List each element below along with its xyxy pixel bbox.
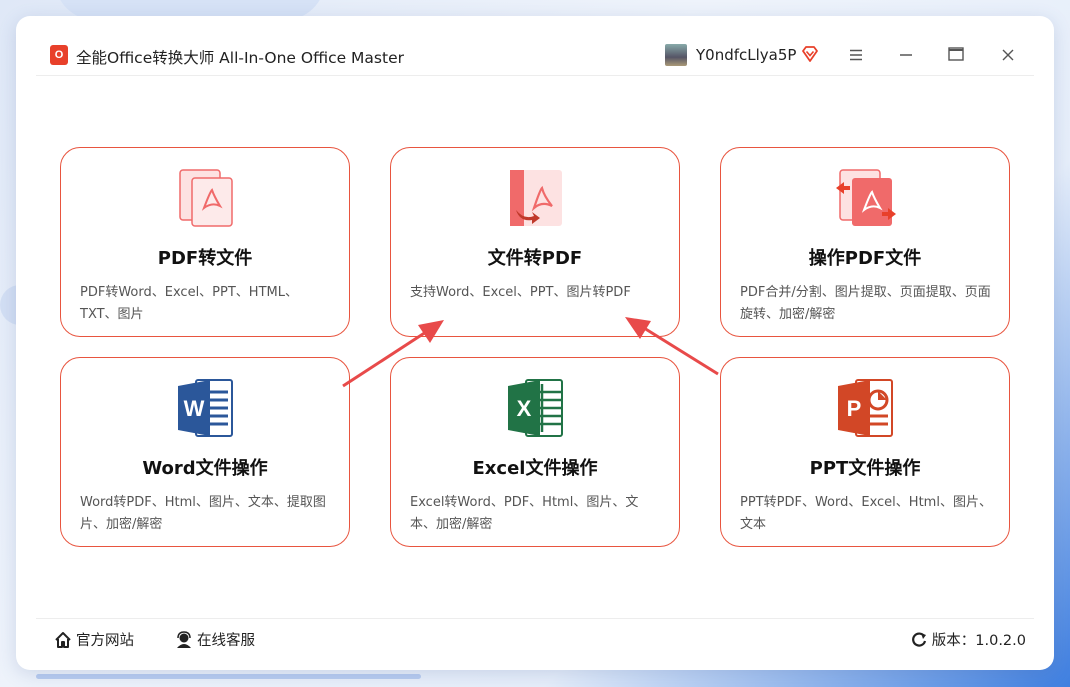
home-icon [55,631,71,648]
card-title: Word文件操作 [142,458,268,479]
svg-text:P: P [847,396,862,421]
title-bar: O 全能Office转换大师 All-In-One Office Master … [36,16,1034,76]
avatar[interactable] [665,44,687,66]
card-pdf-to-file[interactable]: PDF转文件 PDF转Word、Excel、PPT、HTML、TXT、图片 [60,147,350,337]
version-label: 版本：1.0.2.0 [931,633,1026,649]
version-info[interactable]: 版本：1.0.2.0 [910,629,1026,650]
card-file-to-pdf[interactable]: 文件转PDF 支持Word、Excel、PPT、图片转PDF [390,147,680,337]
card-title: PPT文件操作 [809,458,921,479]
powerpoint-icon: P [838,379,893,437]
background-decoration [36,674,421,679]
svg-text:W: W [184,396,205,421]
card-description: PDF合并/分割、图片提取、页面提取、页面旋转、加密/解密 [740,285,991,322]
menu-button[interactable] [846,46,866,66]
official-website-label: 官方网站 [76,633,134,649]
excel-icon: X [508,379,563,437]
pdf-to-file-icon [179,169,233,227]
card-description: Word转PDF、Html、图片、文本、提取图片、加密/解密 [80,495,326,532]
minimize-icon [900,54,912,56]
file-to-pdf-icon [510,170,562,226]
card-ppt-operations[interactable]: P PPT文件操作 PPT转PDF、Word、Excel、Html、图片、文本 [720,357,1010,547]
card-excel-operations[interactable]: X Excel文件操作 Excel转Word、PDF、Html、图片、文本、加密… [390,357,680,547]
card-description: PDF转Word、Excel、PPT、HTML、TXT、图片 [80,285,298,322]
card-description: 支持Word、Excel、PPT、图片转PDF [410,285,631,300]
card-title: 操作PDF文件 [808,248,922,269]
footer-bar: 官方网站 在线客服 版本：1.0.2.0 [36,618,1034,670]
close-icon [1002,49,1014,61]
word-icon: W [178,379,233,437]
app-logo-icon: O [50,45,68,65]
card-title: PDF转文件 [157,248,253,269]
card-description: PPT转PDF、Word、Excel、Html、图片、文本 [740,495,992,532]
card-word-operations[interactable]: W Word文件操作 Word转PDF、Html、图片、文本、提取图片、加密/解… [60,357,350,547]
official-website-link[interactable]: 官方网站 [54,629,134,650]
menu-icon [850,49,862,61]
maximize-button[interactable] [946,46,966,66]
close-button[interactable] [998,46,1018,66]
minimize-button[interactable] [896,46,916,66]
pdf-operations-icon [836,169,896,226]
annotation-arrows [342,317,719,388]
online-support-label: 在线客服 [197,633,255,649]
card-pdf-operations[interactable]: 操作PDF文件 PDF合并/分割、图片提取、页面提取、页面旋转、加密/解密 [720,147,1010,337]
app-title: 全能Office转换大师 All-In-One Office Master [76,49,404,67]
card-title: Excel文件操作 [472,458,598,479]
customer-service-icon [177,630,191,648]
svg-text:X: X [517,396,532,421]
online-support-link[interactable]: 在线客服 [175,629,255,650]
maximize-icon [948,47,964,61]
app-window: O 全能Office转换大师 All-In-One Office Master … [16,16,1054,670]
refresh-icon [911,631,926,647]
vip-diamond-icon[interactable] [800,44,820,64]
card-description: Excel转Word、PDF、Html、图片、文本、加密/解密 [410,495,639,532]
username[interactable]: Y0ndfcLlya5P [696,46,796,64]
card-title: 文件转PDF [487,248,583,269]
